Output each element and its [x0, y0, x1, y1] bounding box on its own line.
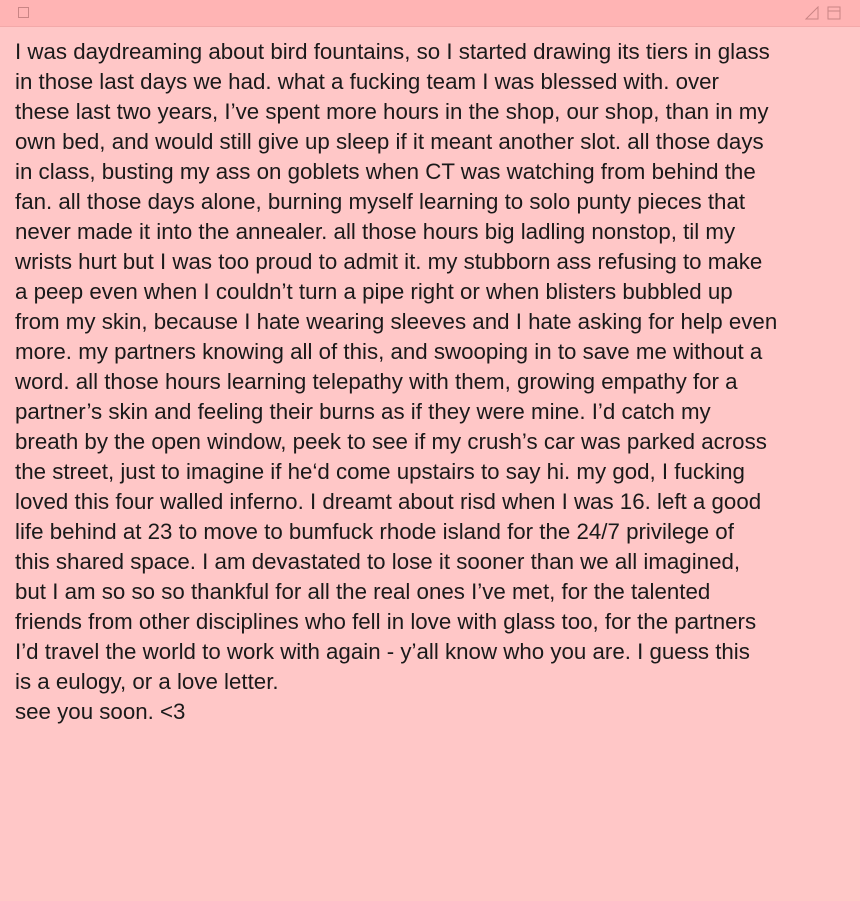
resize-corner-icon[interactable] — [805, 6, 819, 20]
note-text[interactable]: I was daydreaming about bird fountains, … — [15, 37, 847, 727]
sticky-note-window: I was daydreaming about bird fountains, … — [0, 0, 860, 901]
title-bar[interactable] — [0, 0, 860, 27]
close-box-icon[interactable] — [18, 7, 29, 18]
collapse-window-icon[interactable] — [827, 6, 841, 20]
